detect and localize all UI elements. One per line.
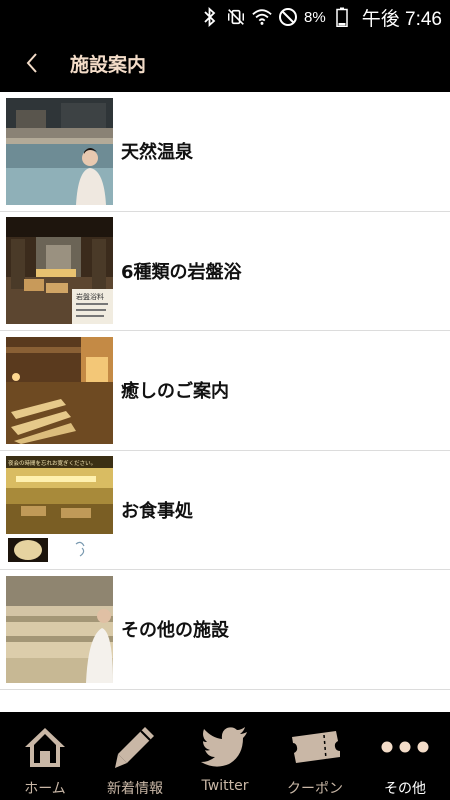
bottom-navigation: ホーム 新着情報 Twitter クーポン その他 — [0, 712, 450, 800]
battery-percent: 8% — [304, 8, 326, 26]
list-item-ganbanyoku[interactable]: 岩盤浴料 6種類の岩盤浴 — [0, 211, 450, 331]
other-facilities-thumbnail — [6, 575, 113, 683]
bluetooth-icon — [200, 7, 220, 27]
status-bar: 8% 午後 7:46 — [0, 0, 450, 34]
list-item-label: 6種類の岩盤浴 — [121, 261, 242, 283]
tab-label: ホーム — [24, 781, 66, 797]
wifi-icon — [252, 7, 272, 27]
chevron-left-icon — [26, 53, 37, 73]
battery-icon — [332, 7, 352, 27]
onsen-thumbnail — [6, 97, 113, 205]
back-button[interactable] — [0, 34, 64, 92]
do-not-disturb-icon — [278, 7, 298, 27]
tab-label: その他 — [384, 781, 426, 797]
page-title: 施設案内 — [70, 53, 147, 76]
twitter-bird-icon — [201, 722, 249, 772]
list-item-label: その他の施設 — [121, 620, 229, 642]
list-item-other-facilities[interactable]: その他の施設 — [0, 570, 450, 690]
more-dots-icon — [380, 722, 430, 772]
list-item-restaurant[interactable]: 夜会の時間を忘れお寛ぎください。 お食事処 — [0, 450, 450, 570]
tab-label: Twitter — [201, 778, 249, 794]
list-item-label: お食事処 — [121, 500, 193, 522]
ganbanyoku-sign-text: 岩盤浴料 — [76, 292, 104, 301]
home-icon — [22, 722, 68, 772]
list-item-relaxation[interactable]: 癒しのご案内 — [0, 331, 450, 451]
facility-list: 天然温泉 岩盤浴料 6種類の岩盤浴 癒しのご案内 夜会の時間を忘れお寛ぎください… — [0, 92, 450, 690]
ticket-icon — [290, 722, 340, 772]
tab-news[interactable]: 新着情報 — [90, 712, 180, 800]
list-item-label: 癒しのご案内 — [121, 381, 229, 403]
tab-coupon[interactable]: クーポン — [270, 712, 360, 800]
relaxation-thumbnail — [6, 336, 113, 444]
status-clock: 午後 7:46 — [361, 8, 442, 30]
list-item-onsen[interactable]: 天然温泉 — [0, 92, 450, 212]
tab-label: 新着情報 — [107, 781, 163, 797]
tab-label: クーポン — [287, 781, 343, 797]
vibrate-mute-icon — [226, 7, 246, 27]
app-header: 施設案内 — [0, 34, 450, 92]
tab-home[interactable]: ホーム — [0, 712, 90, 800]
tab-twitter[interactable]: Twitter — [180, 712, 270, 800]
restaurant-banner-text: 夜会の時間を忘れお寛ぎください。 — [8, 459, 96, 467]
restaurant-thumbnail: 夜会の時間を忘れお寛ぎください。 — [6, 456, 113, 564]
ganbanyoku-thumbnail: 岩盤浴料 — [6, 217, 113, 325]
pencil-icon — [113, 722, 157, 772]
list-item-label: 天然温泉 — [121, 142, 193, 164]
tab-more[interactable]: その他 — [360, 712, 450, 800]
